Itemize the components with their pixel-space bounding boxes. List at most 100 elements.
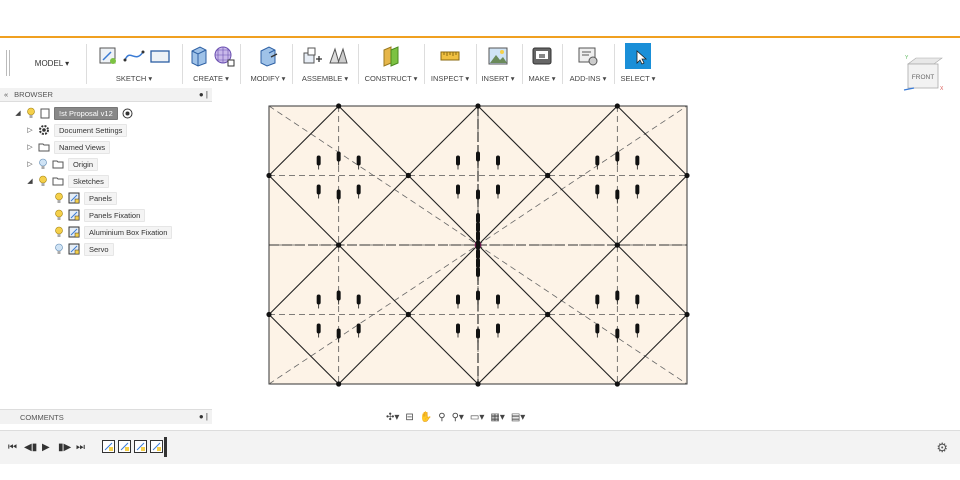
- sketch-canvas[interactable]: [212, 100, 752, 400]
- fixation-slot[interactable]: [496, 294, 500, 305]
- sketch-point[interactable]: [266, 172, 272, 179]
- collapse-triangle-icon[interactable]: ◢: [26, 177, 34, 185]
- fixation-slot[interactable]: [336, 151, 341, 162]
- lightbulb-icon[interactable]: [26, 107, 36, 119]
- timeline-sketch-feature[interactable]: [102, 440, 115, 453]
- fixation-slot[interactable]: [456, 323, 460, 334]
- tree-item-document-settings[interactable]: ▷ Document Settings: [26, 123, 128, 137]
- viewports-icon[interactable]: ▤▾: [511, 412, 525, 423]
- fixation-slot[interactable]: [316, 155, 321, 166]
- grid-icon[interactable]: ▦▾: [490, 412, 504, 423]
- expand-triangle-icon[interactable]: ▷: [26, 126, 34, 134]
- timeline-marker[interactable]: [164, 437, 167, 457]
- go-to-start-icon[interactable]: ⏮: [8, 442, 17, 453]
- display-settings-icon[interactable]: ▭▾: [470, 412, 484, 423]
- orbit-icon[interactable]: ✣▾: [386, 412, 399, 423]
- fixation-slot[interactable]: [615, 151, 620, 162]
- fixation-slot[interactable]: [635, 323, 640, 334]
- sketch-point[interactable]: [336, 103, 342, 109]
- fixation-slot[interactable]: [476, 189, 480, 200]
- sketch-point[interactable]: [336, 381, 342, 387]
- sketch-point[interactable]: [475, 103, 481, 109]
- timeline-sketch-feature[interactable]: [118, 440, 131, 453]
- fixation-slot[interactable]: [336, 328, 341, 339]
- inspect-group[interactable]: INSPECT ▾: [428, 42, 472, 86]
- fixation-slot[interactable]: [476, 258, 480, 268]
- assemble-group[interactable]: ASSEMBLE ▾: [296, 42, 354, 86]
- lightbulb-icon[interactable]: [54, 209, 64, 221]
- zoom-icon[interactable]: ⚲: [438, 412, 445, 423]
- fixation-slot[interactable]: [356, 323, 361, 334]
- press-pull-icon[interactable]: [257, 45, 279, 67]
- sketch-point[interactable]: [545, 311, 551, 318]
- fixation-slot[interactable]: [635, 294, 640, 305]
- sketch-point[interactable]: [405, 311, 411, 318]
- viewcube-face[interactable]: FRONT: [912, 74, 934, 81]
- toolbar-grip[interactable]: [6, 50, 10, 76]
- tree-item-sketch-servo[interactable]: Servo: [54, 242, 114, 256]
- create-sketch-icon[interactable]: [97, 45, 119, 67]
- tree-item-sketches[interactable]: ◢ Sketches: [26, 174, 109, 188]
- activate-radio-icon[interactable]: [122, 108, 133, 119]
- pan-icon[interactable]: ✋: [420, 412, 432, 423]
- scripts-addins-icon[interactable]: [577, 45, 599, 67]
- tree-item-sketch-panels[interactable]: Panels: [54, 191, 117, 205]
- select-group[interactable]: SELECT ▾: [616, 42, 660, 86]
- fixation-slot[interactable]: [595, 323, 600, 334]
- sketch-point[interactable]: [405, 172, 411, 179]
- fixation-slot[interactable]: [635, 184, 640, 195]
- create-group[interactable]: CREATE ▾: [184, 42, 238, 86]
- lightbulb-icon[interactable]: [54, 192, 64, 204]
- lightbulb-off-icon[interactable]: [54, 243, 64, 255]
- fixation-slot[interactable]: [316, 323, 321, 334]
- fixation-slot[interactable]: [615, 189, 620, 200]
- spline-icon[interactable]: [123, 45, 145, 67]
- add-ins-group[interactable]: ADD-INS ▾: [566, 42, 610, 86]
- sketch-group[interactable]: SKETCH ▾: [88, 42, 180, 86]
- fixation-slot[interactable]: [476, 231, 480, 241]
- fixation-slot[interactable]: [615, 290, 620, 301]
- sketch-point[interactable]: [614, 381, 620, 387]
- offset-plane-icon[interactable]: [380, 45, 402, 67]
- play-icon[interactable]: ▶: [42, 442, 50, 453]
- lightbulb-icon[interactable]: [38, 175, 48, 187]
- measure-icon[interactable]: [439, 45, 461, 67]
- lightbulb-icon[interactable]: [54, 226, 64, 238]
- fixation-slot[interactable]: [356, 155, 361, 166]
- tree-item-named-views[interactable]: ▷ Named Views: [26, 140, 111, 154]
- tree-item-sketch-panels-fixation[interactable]: Panels Fixation: [54, 208, 146, 222]
- make-group[interactable]: MAKE ▾: [524, 42, 560, 86]
- fixation-slot[interactable]: [476, 213, 480, 223]
- timeline-sketch-feature[interactable]: [150, 440, 163, 453]
- fixation-slot[interactable]: [496, 323, 500, 334]
- sketch-point[interactable]: [475, 381, 481, 387]
- insert-image-icon[interactable]: [487, 45, 509, 67]
- fixation-slot[interactable]: [476, 249, 480, 259]
- fixation-slot[interactable]: [635, 155, 640, 166]
- select-icon[interactable]: [625, 43, 651, 69]
- pattern-icon[interactable]: [213, 45, 235, 67]
- fixation-slot[interactable]: [496, 184, 500, 195]
- fixation-slot[interactable]: [456, 184, 460, 195]
- fit-icon[interactable]: ⚲▾: [452, 412, 464, 423]
- sketch-point[interactable]: [614, 242, 620, 248]
- fixation-slot[interactable]: [316, 294, 321, 305]
- go-to-end-icon[interactable]: ⏭: [76, 442, 85, 453]
- root-component-label[interactable]: !st Proposal v12: [54, 106, 118, 120]
- construct-group[interactable]: CONSTRUCT ▾: [362, 42, 420, 86]
- fixation-slot[interactable]: [595, 184, 600, 195]
- fixation-slot[interactable]: [336, 189, 341, 200]
- expand-triangle-icon[interactable]: ▷: [26, 143, 34, 151]
- sketch-point[interactable]: [614, 103, 620, 109]
- new-component-icon[interactable]: [301, 45, 323, 67]
- comments-bar[interactable]: COMMENTS ● |: [0, 409, 212, 424]
- fixation-slot[interactable]: [356, 294, 361, 305]
- sketch-point[interactable]: [684, 311, 690, 318]
- browser-panel-control[interactable]: ● |: [199, 90, 208, 99]
- extrude-icon[interactable]: [187, 45, 209, 67]
- rectangle-icon[interactable]: [149, 45, 171, 67]
- fixation-slot[interactable]: [336, 290, 341, 301]
- sketch-point[interactable]: [266, 311, 272, 318]
- lightbulb-off-icon[interactable]: [38, 158, 48, 170]
- gear-icon[interactable]: ⚙: [936, 440, 948, 456]
